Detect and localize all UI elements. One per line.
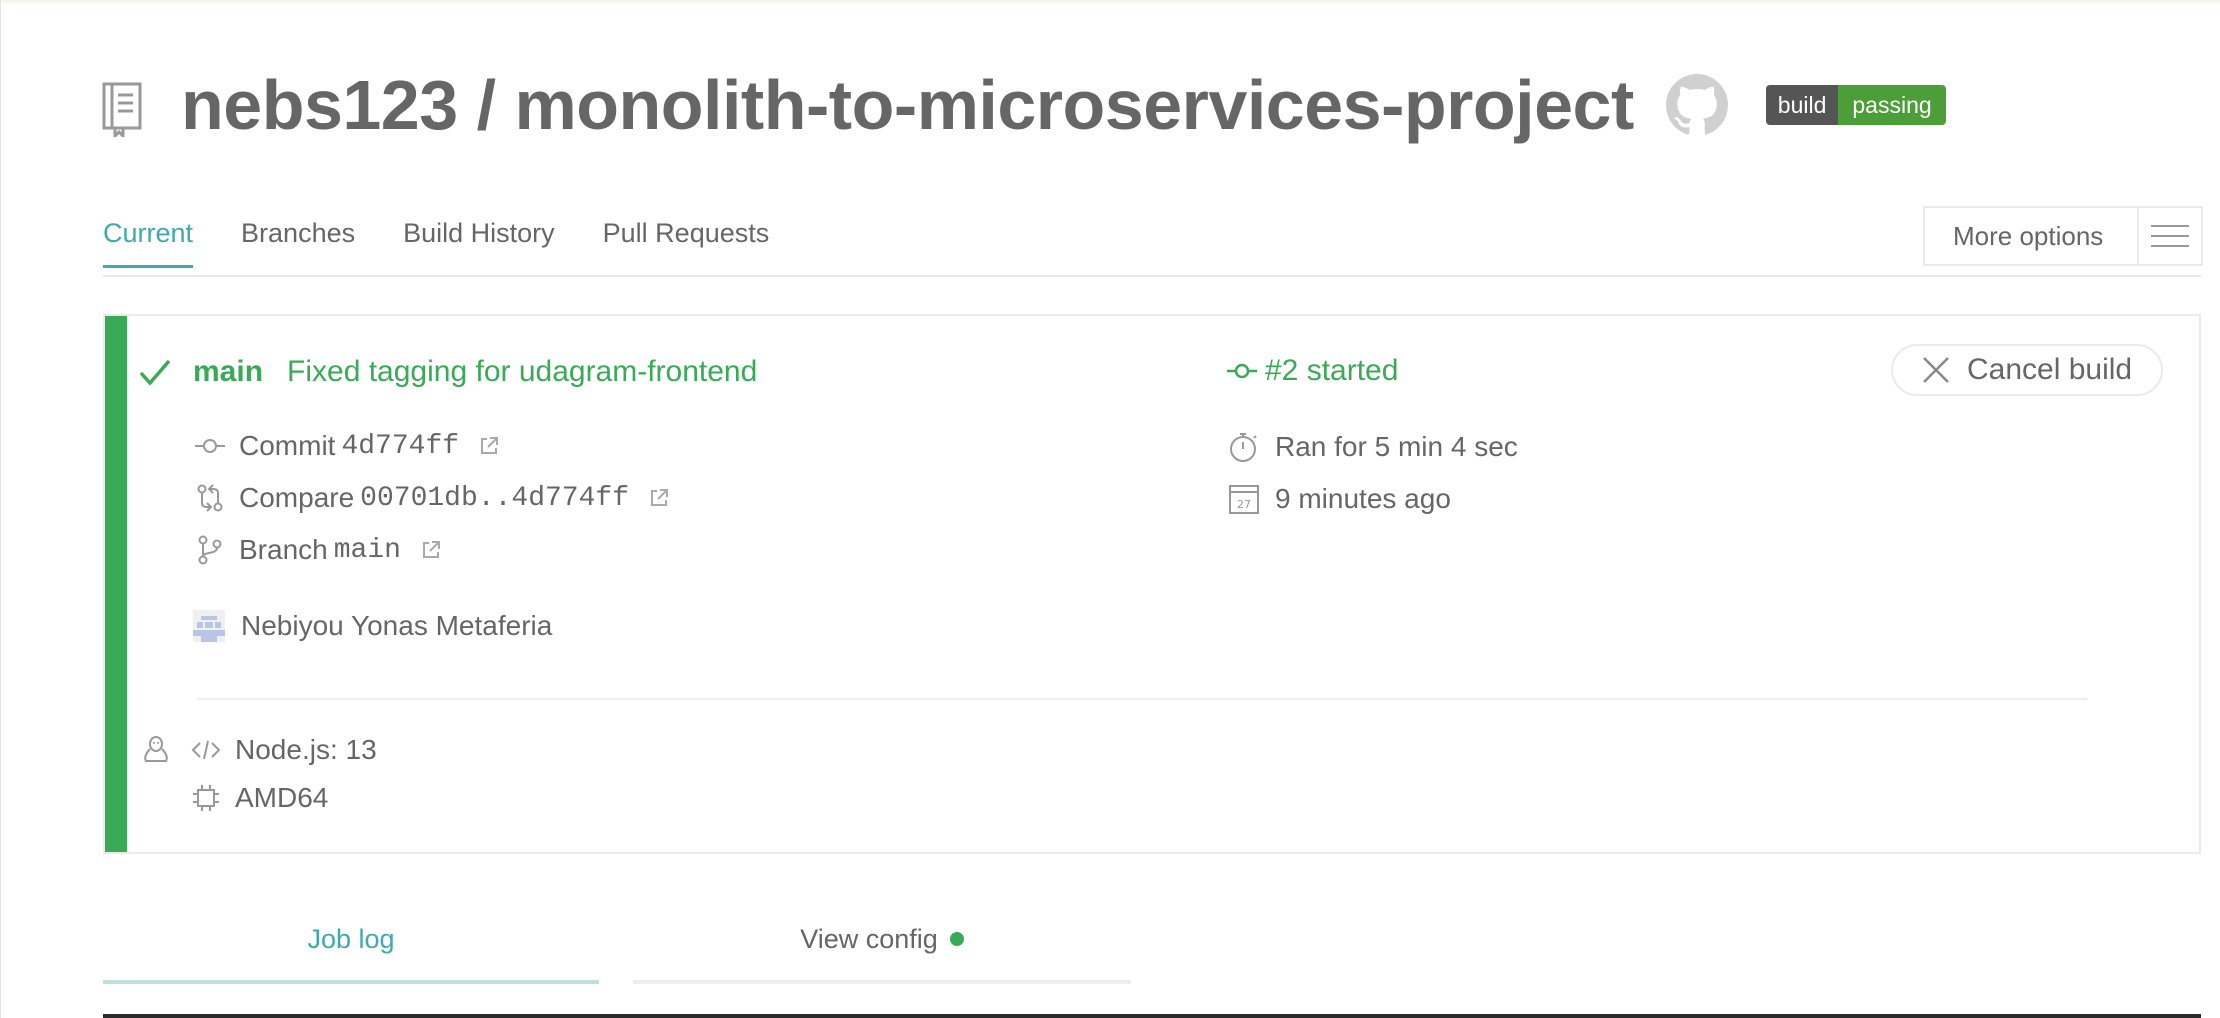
repo-tabs: Current Branches Build History Pull Requ… (103, 218, 817, 268)
calendar-day: 27 (1237, 498, 1251, 511)
job-log-label: Job log (307, 924, 395, 954)
external-link-icon[interactable] (649, 488, 669, 508)
linux-icon (144, 736, 168, 762)
stopwatch-icon (1230, 433, 1257, 462)
compare-row: Compare 00701db..4d774ff (195, 482, 669, 514)
build-status-badge[interactable]: build passing (1765, 85, 1946, 125)
branch-row: Branch main (195, 534, 441, 566)
author-row: Nebiyou Yonas Metaferia (193, 610, 552, 642)
commit-message: Fixed tagging for udagram-frontend (287, 355, 758, 388)
repo-header: nebs123 / monolith-to-microservices-proj… (101, 60, 1946, 150)
build-duration: Ran for 5 min 4 sec (1275, 431, 1518, 462)
build-finished: 9 minutes ago (1275, 483, 1451, 514)
build-number-status[interactable]: #2 started (1265, 354, 1398, 388)
branch-value[interactable]: main (334, 535, 401, 566)
tab-branches[interactable]: Branches (241, 218, 355, 268)
log-container-top-border (103, 1014, 2201, 1018)
badge-status: passing (1838, 85, 1946, 125)
tabs-divider (103, 275, 2201, 277)
build-number-row: #2 started (1227, 354, 1398, 388)
commit-icon (195, 439, 225, 453)
commit-sha[interactable]: 4d774ff (341, 431, 459, 462)
cancel-build-button[interactable]: Cancel build (1891, 344, 2163, 396)
view-config-label: View config (800, 924, 938, 954)
build-status-strip (105, 316, 127, 852)
badge-label: build (1765, 85, 1839, 125)
check-icon (139, 359, 171, 386)
job-language: Node.js: 13 (235, 734, 377, 765)
travis-build-page: nebs123 / monolith-to-microservices-proj… (0, 0, 2220, 1018)
repo-icon (102, 82, 142, 137)
finished-row: 27 9 minutes ago (1227, 482, 1451, 516)
arch-row: AMD64 (191, 782, 328, 814)
repo-title: nebs123 / monolith-to-microservices-proj… (181, 66, 1634, 144)
tab-job-log[interactable]: Job log (103, 924, 599, 984)
compare-icon (197, 484, 223, 512)
avatar (193, 610, 225, 642)
commit-row: Commit 4d774ff (195, 430, 499, 462)
config-status-dot (949, 931, 964, 946)
commit-icon (1227, 363, 1257, 379)
calendar-icon: 27 (1229, 485, 1259, 514)
close-icon (1923, 357, 1949, 383)
external-link-icon[interactable] (479, 436, 499, 456)
hamburger-icon[interactable] (2139, 208, 2201, 264)
tab-current[interactable]: Current (103, 218, 194, 268)
branch-icon (198, 535, 222, 565)
tab-pull-requests[interactable]: Pull Requests (603, 218, 770, 268)
cpu-icon (193, 785, 219, 811)
language-row: Node.js: 13 (141, 734, 377, 766)
card-divider (197, 698, 2087, 700)
build-summary-row: main Fixed tagging for udagram-frontend (137, 354, 757, 390)
tab-view-config[interactable]: View config (633, 924, 1131, 984)
more-options-button[interactable]: More options (1923, 206, 2203, 266)
duration-row: Ran for 5 min 4 sec (1227, 430, 1518, 464)
tab-build-history[interactable]: Build History (403, 218, 555, 268)
branch-name[interactable]: main (193, 355, 263, 389)
more-options-label: More options (1953, 220, 2104, 251)
commit-label: Commit (239, 430, 336, 461)
top-border (1, 0, 2220, 3)
external-link-icon[interactable] (421, 540, 441, 560)
build-card: main Fixed tagging for udagram-frontend … (103, 314, 2201, 854)
branch-label: Branch (239, 534, 328, 565)
job-arch: AMD64 (235, 782, 329, 813)
code-icon (191, 740, 221, 760)
cancel-build-label: Cancel build (1967, 353, 2133, 386)
compare-label: Compare (239, 482, 355, 513)
compare-range[interactable]: 00701db..4d774ff (360, 483, 629, 514)
author-name: Nebiyou Yonas Metaferia (241, 610, 553, 641)
github-icon[interactable] (1665, 74, 1728, 136)
